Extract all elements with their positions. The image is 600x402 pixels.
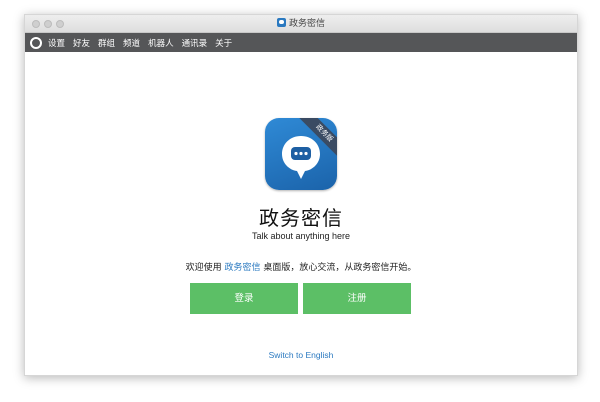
title-bar[interactable]: 政务密信 bbox=[25, 15, 577, 33]
window-title: 政务密信 bbox=[25, 18, 577, 30]
app-small-icon bbox=[276, 18, 286, 27]
login-button[interactable]: 登录 bbox=[190, 283, 298, 314]
welcome-suffix: 桌面版，放心交流，从政务密信开始。 bbox=[260, 263, 417, 273]
menu-item-contacts[interactable]: 通讯录 bbox=[182, 37, 208, 49]
menu-item-bots[interactable]: 机器人 bbox=[148, 37, 174, 49]
welcome-message: 欢迎使用 政务密信 桌面版，放心交流，从政务密信开始。 bbox=[25, 260, 577, 273]
window-title-text: 政务密信 bbox=[288, 19, 325, 29]
app-window: 政务密信 设置 好友 群组 频道 机器人 通讯录 关于 政务版 政务密信 Tal… bbox=[24, 14, 578, 376]
menu-item-settings[interactable]: 设置 bbox=[48, 37, 65, 49]
welcome-brand-link[interactable]: 政务密信 bbox=[224, 263, 260, 273]
switch-language-link[interactable]: Switch to English bbox=[25, 350, 577, 360]
app-logo: 政务版 bbox=[265, 118, 337, 190]
menu-item-friends[interactable]: 好友 bbox=[73, 37, 90, 49]
app-logo-icon[interactable] bbox=[30, 36, 42, 49]
tagline: Talk about anything here bbox=[251, 231, 351, 241]
menu-item-channels[interactable]: 频道 bbox=[123, 37, 140, 49]
menu-bar: 设置 好友 群组 频道 机器人 通讯录 关于 bbox=[25, 33, 577, 52]
welcome-panel: 政务版 政务密信 Talk about anything here 欢迎使用 政… bbox=[25, 52, 577, 375]
app-name: 政务密信 bbox=[259, 206, 343, 230]
menu-item-groups[interactable]: 群组 bbox=[98, 37, 115, 49]
menu-item-about[interactable]: 关于 bbox=[215, 37, 232, 49]
welcome-prefix: 欢迎使用 bbox=[185, 263, 225, 273]
register-button[interactable]: 注册 bbox=[303, 283, 411, 314]
